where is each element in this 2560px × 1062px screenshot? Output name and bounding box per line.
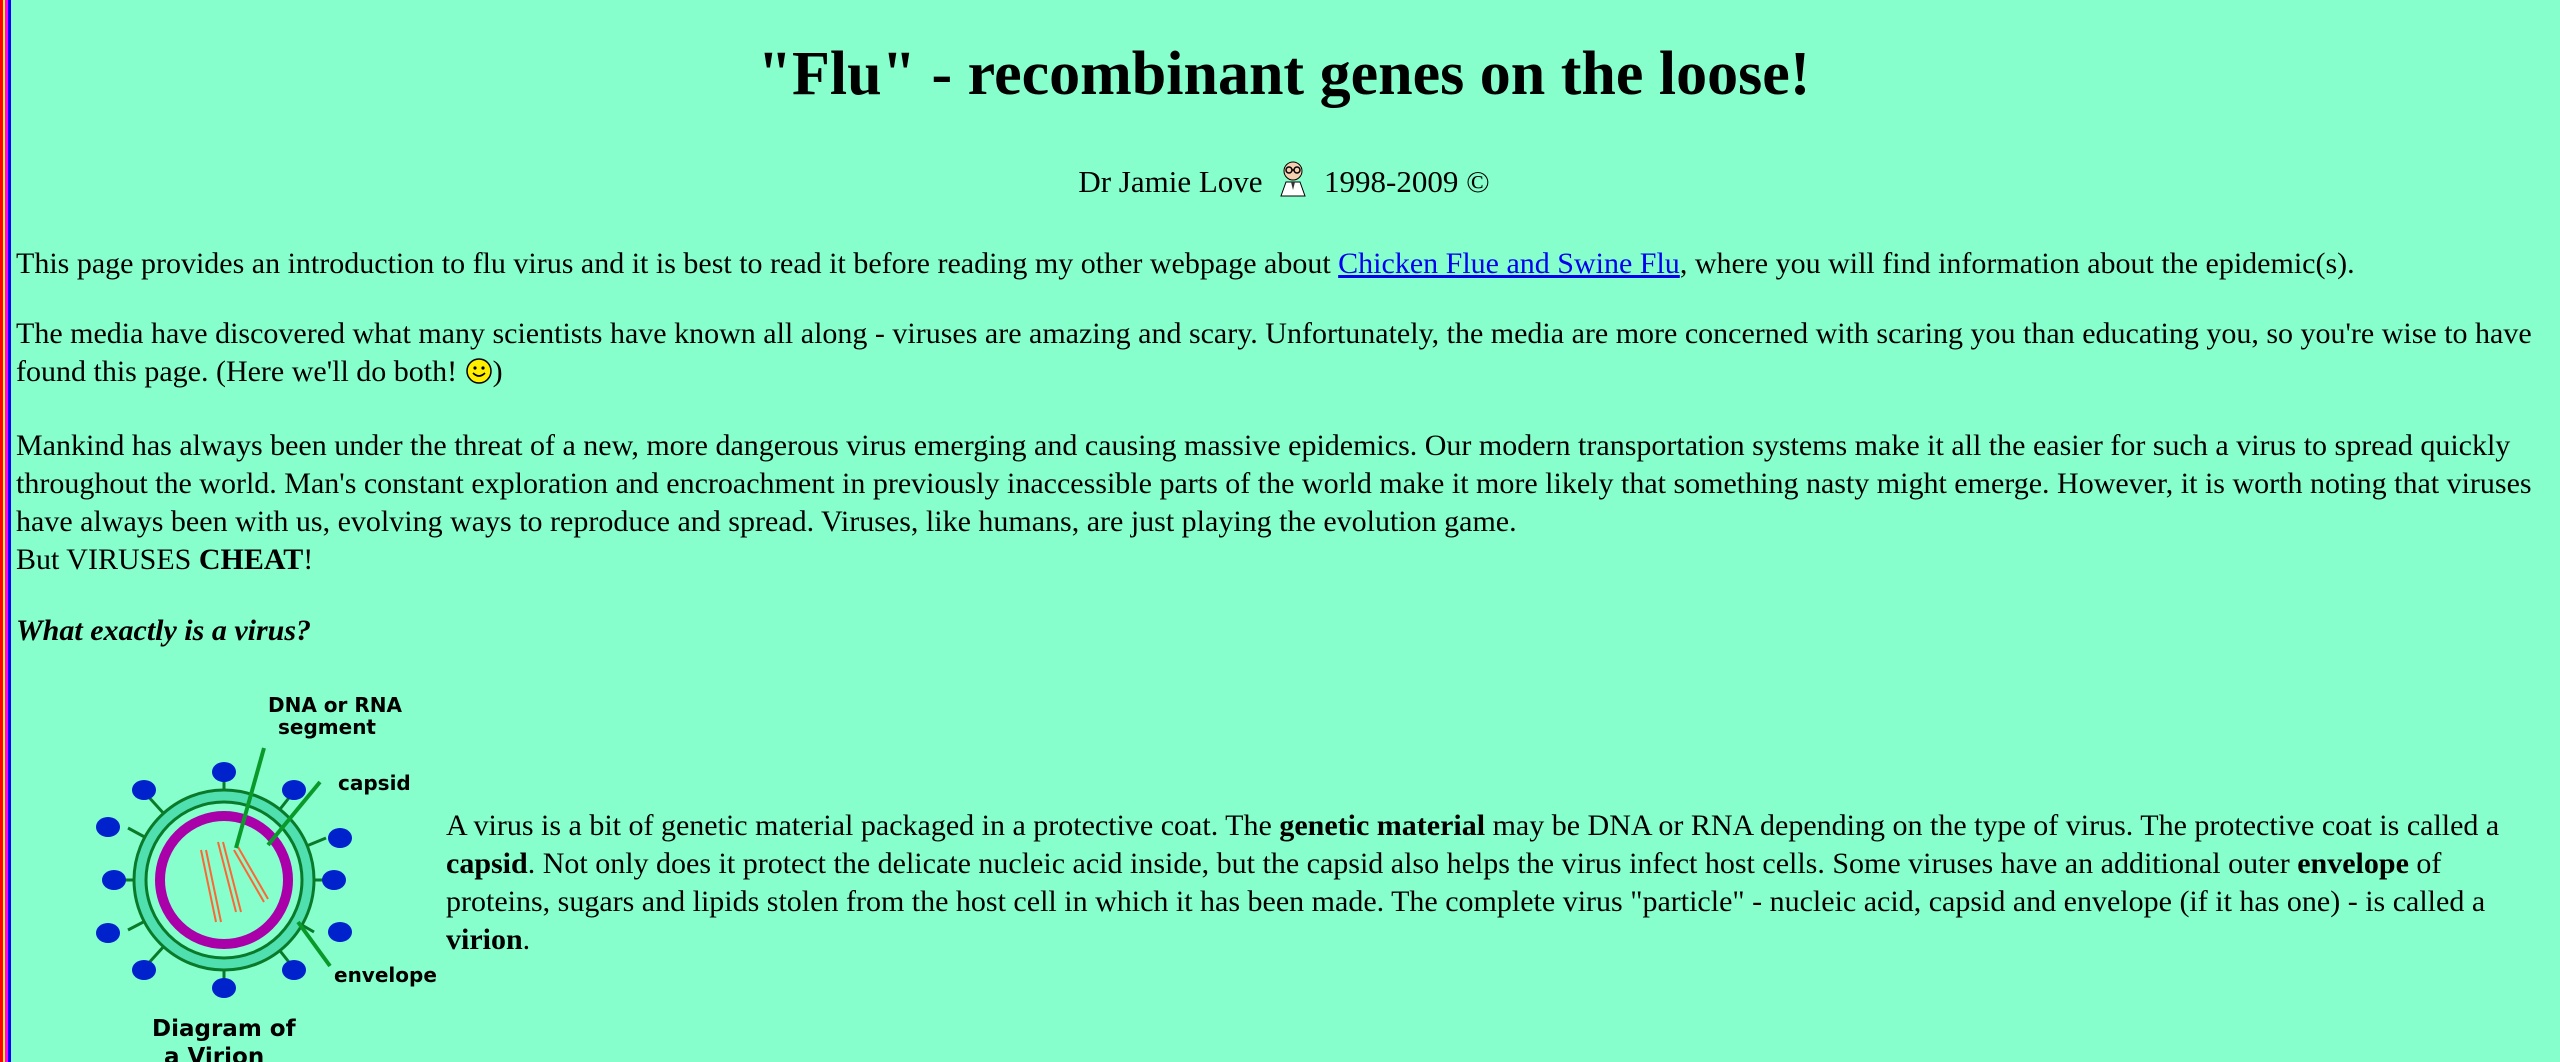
virion-diagram: DNA or RNA segment capsid envelope Diagr… (96, 693, 437, 1062)
mankind-text: Mankind has always been under the threat… (16, 429, 2532, 538)
label-envelope: envelope (334, 963, 437, 987)
def-bold-genetic-material: genetic material (1279, 809, 1486, 842)
smiley-icon (465, 358, 492, 384)
media-paragraph: The media have discovered what many scie… (16, 315, 2552, 391)
def-text-1: A virus is a bit of genetic material pac… (446, 809, 1280, 842)
caption-a-virion: a Virion (164, 1044, 264, 1062)
intro-text-end: , where you will find information about … (1679, 247, 2355, 280)
intro-paragraph: This page provides an introduction to fl… (16, 245, 2552, 283)
byline: Dr Jamie Love 1998-2009 © (16, 160, 2552, 201)
label-segment: segment (278, 715, 376, 739)
chicken-swine-flu-link[interactable]: Chicken Flue and Swine Flu (1338, 247, 1680, 280)
def-bold-capsid: capsid (446, 847, 528, 880)
label-dna-or-rna: DNA or RNA (268, 693, 402, 717)
left-border-decoration (0, 0, 11, 1062)
cheat-line-start: But VIRUSES (16, 543, 199, 576)
author-name: Dr Jamie Love (1078, 164, 1263, 199)
copyright-years: 1998-2009 © (1324, 164, 1490, 199)
def-bold-envelope: envelope (2297, 847, 2409, 880)
cheat-bold: CHEAT (198, 543, 304, 576)
mankind-paragraph: Mankind has always been under the threat… (16, 427, 2552, 579)
author-avatar-icon (1280, 161, 1306, 197)
def-bold-virion: virion (446, 923, 523, 956)
virus-definition-paragraph: A virus is a bit of genetic material pac… (446, 807, 2552, 959)
label-capsid: capsid (338, 771, 411, 795)
media-text: The media have discovered what many scie… (16, 317, 2532, 388)
media-text-close: ) (492, 355, 503, 388)
def-text-5: . (522, 923, 531, 956)
cheat-line-end: ! (303, 543, 314, 576)
caption-diagram-of: Diagram of (152, 1016, 297, 1042)
def-text-3: . Not only does it protect the delicate … (527, 847, 2298, 880)
intro-text: This page provides an introduction to fl… (16, 247, 1339, 280)
section-heading-what-is-virus: What exactly is a virus? (16, 614, 312, 647)
page-title: "Flu" - recombinant genes on the loose! (757, 40, 1811, 108)
def-text-2: may be DNA or RNA depending on the type … (1485, 809, 2500, 842)
